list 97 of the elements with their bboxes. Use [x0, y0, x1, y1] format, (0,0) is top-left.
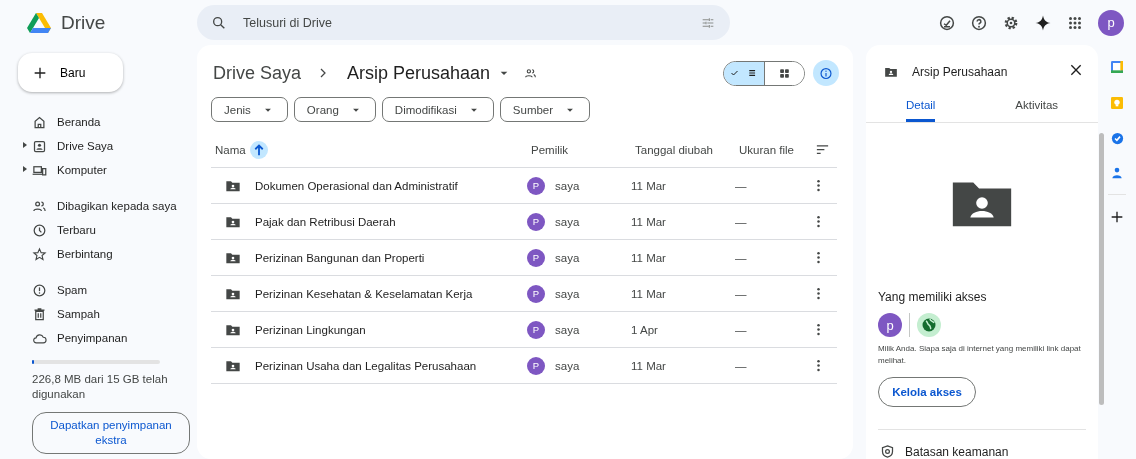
file-name[interactable]: Perizinan Bangunan dan Properti [255, 251, 425, 264]
file-name[interactable]: Pajak dan Retribusi Daerah [255, 215, 396, 228]
owner-name: saya [555, 251, 580, 264]
owner-name: saya [555, 179, 580, 192]
owner-name: saya [555, 323, 580, 336]
get-storage-button[interactable]: Dapatkan penyimpanan ekstra [32, 412, 190, 454]
close-icon [1068, 62, 1084, 78]
owner-name: saya [555, 287, 580, 300]
column-header[interactable]: Ukuran file [735, 132, 811, 168]
search-input[interactable]: Telusuri di Drive [241, 14, 686, 31]
file-name-cell[interactable]: Perizinan Bangunan dan Properti [211, 240, 527, 276]
storage-usage-text: 226,8 MB dari 15 GB telah digunakan [31, 372, 168, 402]
file-name[interactable]: Perizinan Kesehatan & Keselamatan Kerja [255, 287, 473, 300]
owner-name: saya [555, 215, 580, 228]
file-name-cell[interactable]: Perizinan Lingkungan [211, 312, 527, 348]
filter-chip[interactable]: Sumber [499, 97, 591, 122]
column-header[interactable]: Nama [211, 132, 527, 168]
list-view-button[interactable] [724, 61, 764, 85]
file-size: — [735, 323, 747, 336]
access-heading: Yang memiliki akses [878, 290, 988, 304]
access-description: Milik Anda. Siapa saja di internet yang memiliki link dapat melihat. [878, 343, 1082, 367]
owner-name: saya [555, 359, 580, 372]
owner-avatar: p [878, 313, 902, 337]
sidebar-item[interactable]: Drive Saya [18, 134, 197, 158]
sort-ascending-icon[interactable] [249, 140, 268, 159]
sort-options-icon[interactable] [815, 142, 830, 157]
sidebar-item[interactable]: Beranda [18, 110, 197, 134]
file-name[interactable]: Perizinan Usaha dan Legalitas Perusahaan [255, 359, 477, 372]
file-name[interactable]: Dokumen Operasional dan Administratif [255, 179, 458, 192]
search-field[interactable]: Telusuri di Drive [197, 5, 730, 40]
security-heading: Batasan keamanan [905, 444, 1009, 459]
modified-date: 11 Mar [631, 287, 666, 300]
expand-arrow-icon[interactable] [23, 166, 27, 172]
filter-chip[interactable]: Jenis [211, 97, 288, 122]
modified-date: 1 Apr [631, 323, 658, 336]
modified-date: 11 Mar [631, 251, 666, 264]
file-size: — [735, 251, 747, 264]
file-size: — [735, 179, 747, 192]
new-button[interactable]: Baru [18, 53, 123, 92]
details-tab[interactable]: Detail [906, 90, 936, 122]
file-size: — [735, 359, 747, 372]
search-icon[interactable] [211, 14, 227, 31]
file-name-cell[interactable]: Perizinan Kesehatan & Keselamatan Kerja [211, 276, 527, 312]
file-name-cell[interactable]: Perizinan Usaha dan Legalitas Perusahaan [211, 348, 527, 384]
drive-icon[interactable] [32, 138, 47, 154]
file-name-cell[interactable]: Dokumen Operasional dan Administratif [211, 168, 527, 204]
calendar-icon[interactable] [1109, 59, 1125, 75]
modified-date: 11 Mar [631, 359, 666, 372]
spam-icon[interactable] [32, 282, 47, 298]
owner-avatar: P [527, 284, 545, 303]
owner-avatar: P [527, 356, 545, 375]
owner-avatar: P [527, 248, 545, 267]
grid-view-button[interactable] [764, 61, 804, 85]
details-title: Arsip Perusahaan [912, 64, 1009, 79]
app-name: Drive [61, 11, 106, 34]
contacts-icon[interactable] [1110, 166, 1124, 180]
sidebar-item[interactable]: Spam [18, 278, 197, 302]
account-avatar[interactable]: p [1098, 9, 1124, 36]
home-icon[interactable] [32, 114, 47, 130]
star-icon[interactable] [32, 246, 47, 262]
people-icon[interactable] [32, 198, 47, 214]
file-name-cell[interactable]: Pajak dan Retribusi Daerah [211, 204, 527, 240]
file-size: — [735, 287, 747, 300]
view-toggle[interactable] [723, 60, 805, 86]
filter-chip[interactable]: Dimodifikasi [381, 97, 494, 122]
file-size: — [735, 215, 747, 228]
help-icon[interactable] [970, 13, 988, 32]
owner-avatar: P [527, 176, 545, 195]
details-tab[interactable]: Aktivitas [975, 90, 1098, 122]
column-header[interactable]: Pemilik [527, 132, 631, 168]
sidebar-item[interactable]: Komputer [18, 158, 197, 182]
sidebar-item[interactable]: Dibagikan kepada saya [18, 194, 197, 218]
globe-icon [917, 313, 941, 337]
expand-arrow-icon[interactable] [23, 142, 27, 148]
breadcrumb-item[interactable]: Arsip Perusahaan [345, 62, 513, 84]
scrollbar[interactable] [1099, 133, 1104, 405]
add-app-icon[interactable] [1109, 209, 1125, 225]
filter-chip[interactable]: Orang [293, 97, 376, 122]
breadcrumb-item[interactable]: Drive Saya [211, 62, 302, 84]
drive-logo-icon[interactable] [25, 10, 53, 35]
sidebar-item[interactable]: Sampah [18, 302, 197, 326]
tasks-icon[interactable] [1109, 131, 1125, 146]
manage-access-button[interactable]: Kelola akses [878, 377, 976, 407]
sidebar-item[interactable]: Berbintang [18, 242, 197, 266]
owner-avatar: P [527, 212, 545, 231]
clock-icon[interactable] [32, 222, 47, 238]
modified-date: 11 Mar [631, 215, 666, 228]
column-header[interactable]: Tanggal diubah [631, 132, 735, 168]
info-button[interactable] [813, 60, 839, 86]
trash-icon[interactable] [32, 306, 47, 322]
sidebar-item[interactable]: Penyimpanan [18, 326, 197, 350]
sidebar-item[interactable]: Terbaru [18, 218, 197, 242]
owner-avatar: P [527, 320, 545, 339]
shield-icon [880, 444, 895, 459]
modified-date: 11 Mar [631, 179, 666, 192]
file-name[interactable]: Perizinan Lingkungan [255, 323, 366, 336]
grid-icon [778, 66, 791, 80]
